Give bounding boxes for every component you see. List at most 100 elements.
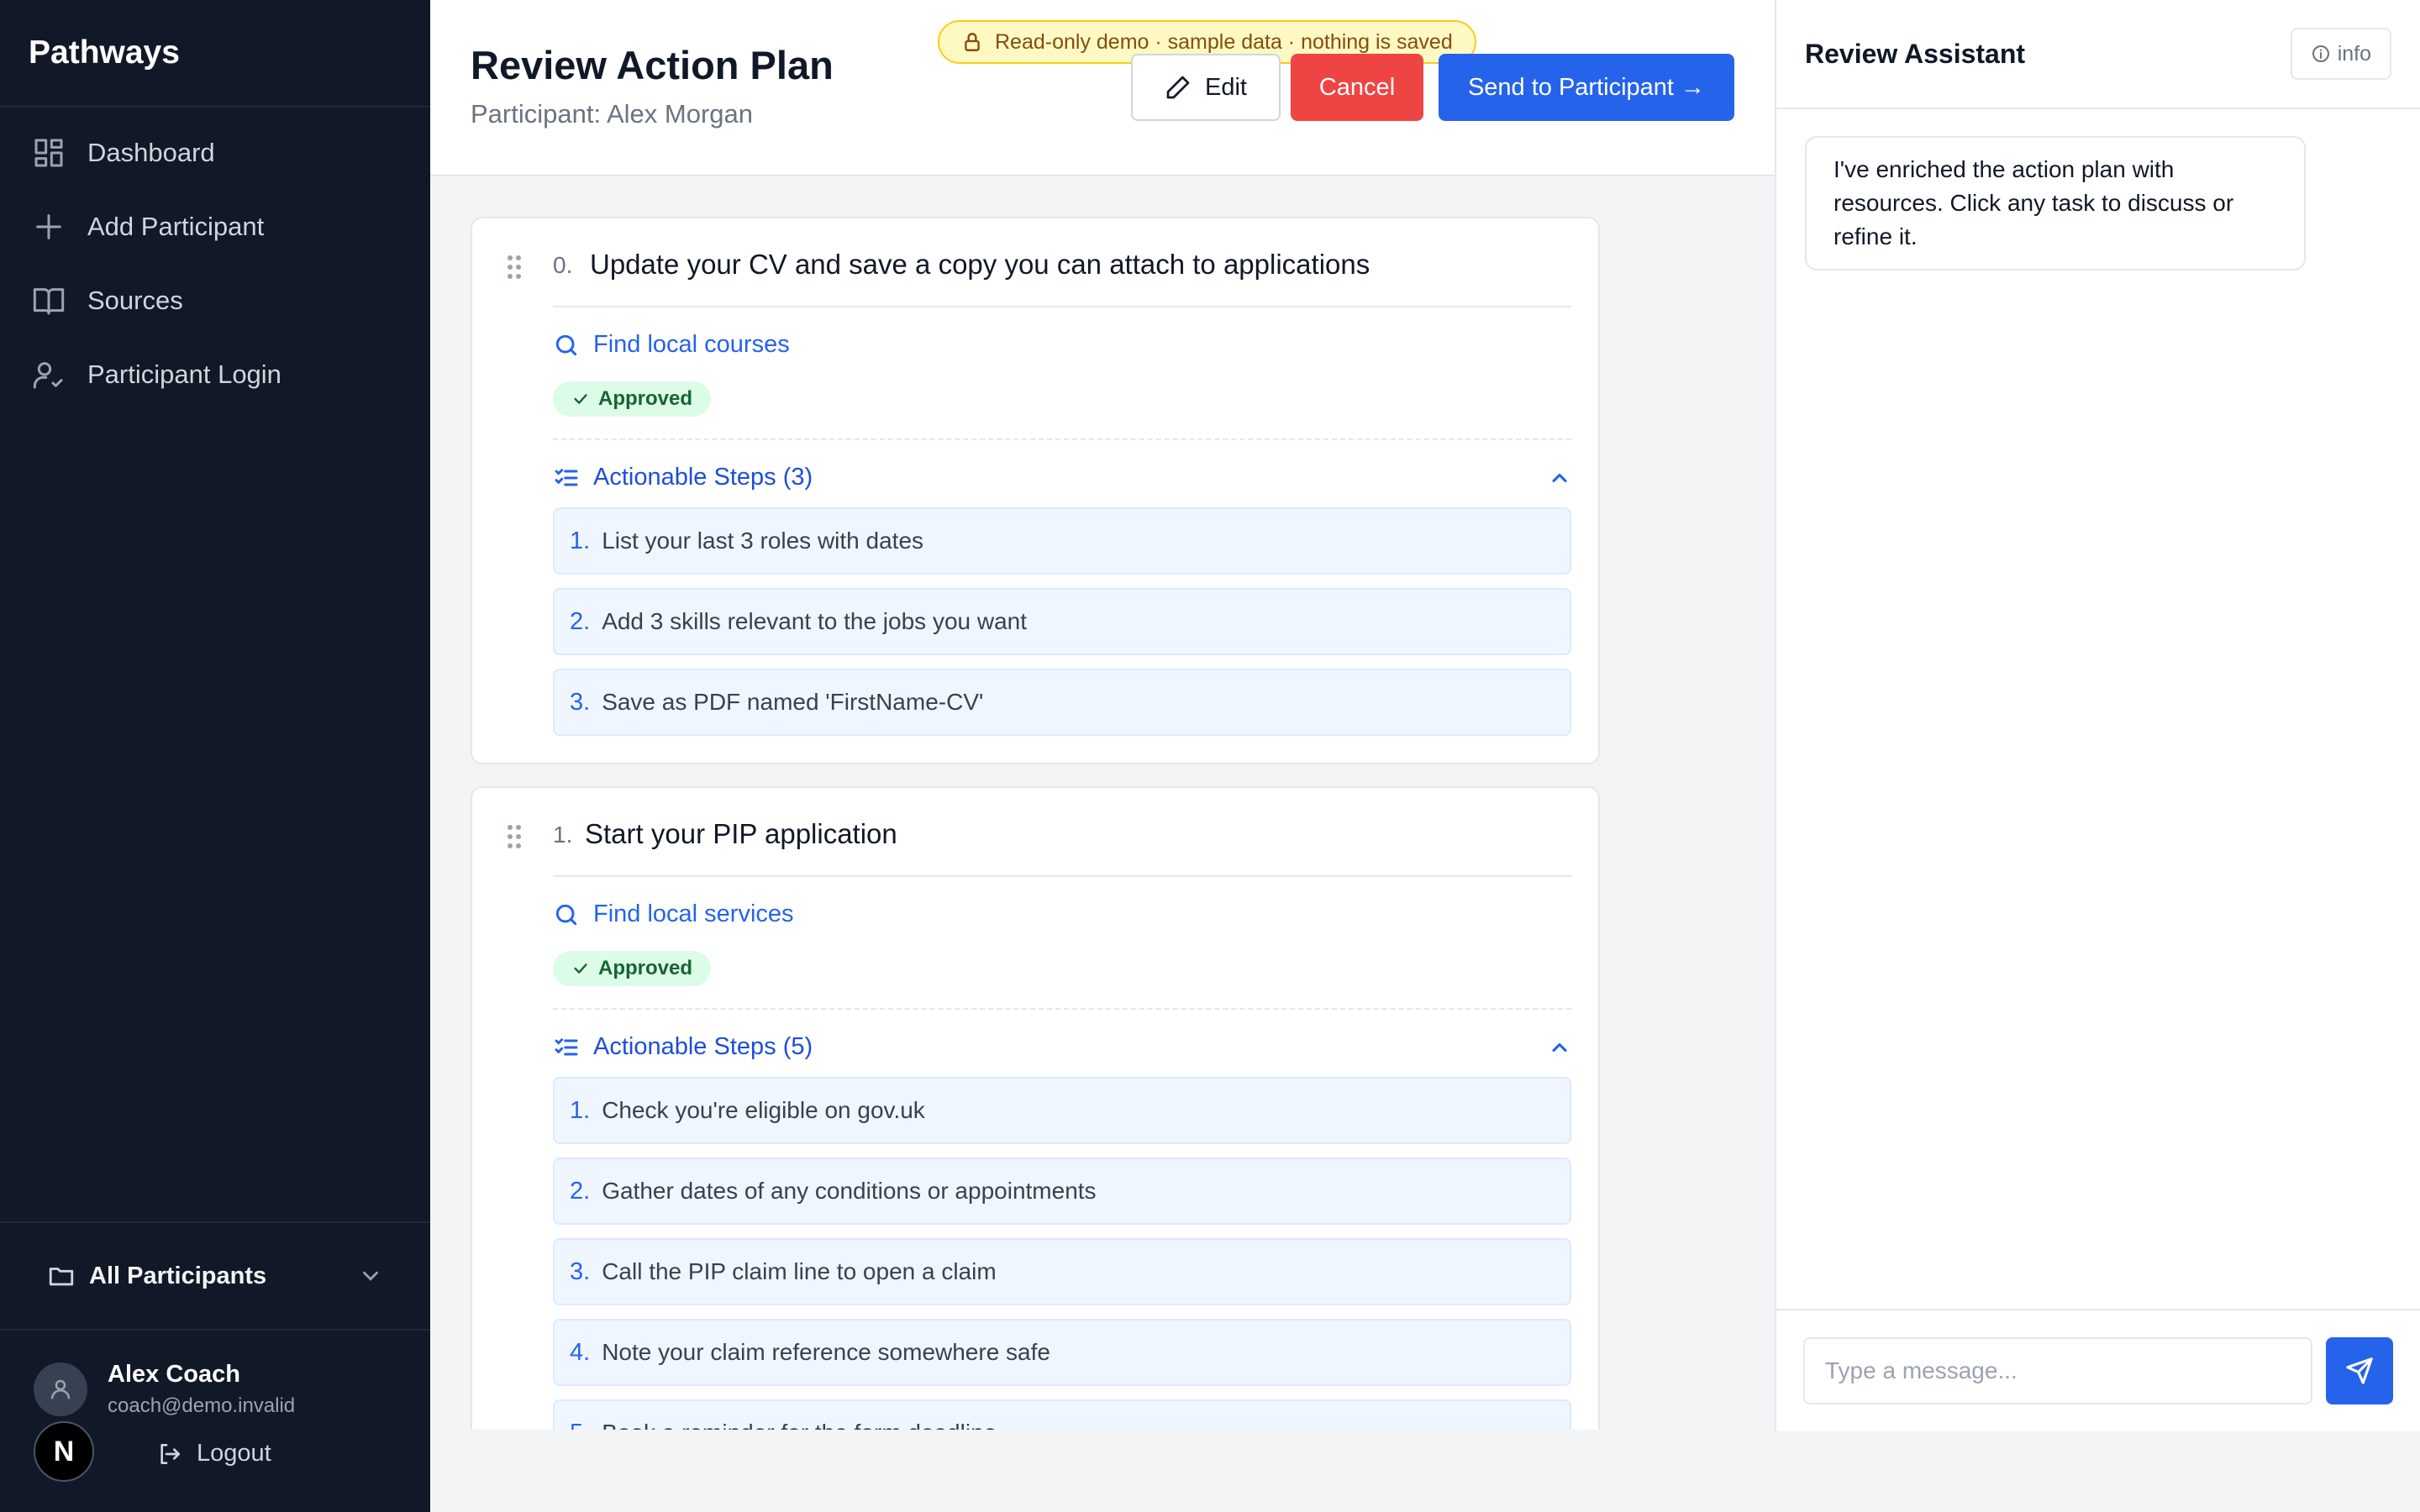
task-card[interactable]: 0. Update your CV and save a copy you ca… <box>471 217 1600 764</box>
list-checks-icon <box>555 1037 578 1055</box>
task-number: 1. <box>553 822 573 848</box>
step-text: Add 3 skills relevant to the jobs you wa… <box>602 608 1028 634</box>
divider <box>553 1008 1571 1010</box>
participant-filter-label: All Participants <box>89 1262 267 1289</box>
step-item[interactable]: 2. Add 3 skills relevant to the jobs you… <box>553 588 1571 655</box>
step-item[interactable]: 1. List your last 3 roles with dates <box>553 507 1571 575</box>
step-item[interactable]: 5. Book a reminder for the form deadline <box>553 1399 1571 1430</box>
step-text: Save as PDF named 'FirstName-CV' <box>602 689 984 715</box>
send-icon <box>2346 1357 2373 1384</box>
step-number: 1. <box>570 1096 591 1124</box>
step-number: 3. <box>570 688 591 716</box>
step-number: 5. <box>570 1420 590 1431</box>
step-text: Note your claim reference somewhere safe <box>602 1339 1050 1365</box>
task-number: 0. <box>553 252 573 278</box>
brand-logo[interactable]: Pathways <box>0 0 430 108</box>
info-icon <box>2312 45 2329 62</box>
logout-button[interactable]: Logout <box>156 1440 271 1467</box>
task-card[interactable]: 1. Start your PIP application Find local… <box>471 786 1600 1430</box>
search-icon <box>555 334 577 355</box>
user-check-icon <box>33 362 63 389</box>
sidebar-item-label: Dashboard <box>87 138 215 167</box>
task-title[interactable]: Start your PIP application <box>585 818 897 850</box>
message-composer <box>1776 1309 2420 1431</box>
sidebar-item-add-participant[interactable]: Add Participant <box>0 190 430 264</box>
steps-label: Actionable Steps (3) <box>593 464 813 491</box>
step-text: Gather dates of any conditions or appoin… <box>602 1178 1097 1204</box>
status-label: Approved <box>598 387 693 410</box>
steps-label: Actionable Steps (5) <box>593 1033 813 1060</box>
step-item[interactable]: 1. Check you're eligible on gov.uk <box>553 1077 1571 1144</box>
find-link-label: Find local services <box>593 900 794 927</box>
edit-label: Edit <box>1205 73 1247 101</box>
assistant-header: Review Assistant info <box>1776 0 2420 109</box>
list-checks-icon <box>555 468 578 486</box>
action-plan-list: 0. Update your CV and save a copy you ca… <box>430 178 1775 1430</box>
step-item[interactable]: 2. Gather dates of any conditions or app… <box>553 1158 1571 1225</box>
sidebar-item-label: Add Participant <box>87 212 265 241</box>
chevron-down-icon <box>363 1271 378 1281</box>
pencil-icon <box>1166 76 1190 99</box>
divider <box>553 438 1571 440</box>
sidebar-item-label: Sources <box>87 286 183 315</box>
page-header: Review Action Plan Participant: Alex Mor… <box>430 0 1775 176</box>
step-text: Check you're eligible on gov.uk <box>602 1097 925 1123</box>
divider <box>553 875 1571 877</box>
step-number: 2. <box>570 607 591 635</box>
logout-icon <box>160 1443 180 1464</box>
chevron-up-icon <box>1552 473 1567 482</box>
step-text: List your last 3 roles with dates <box>602 528 924 554</box>
user-icon <box>50 1379 71 1399</box>
sidebar-item-sources[interactable]: Sources <box>0 264 430 338</box>
avatar[interactable] <box>34 1362 87 1416</box>
info-button[interactable]: info <box>2290 28 2391 80</box>
task-title[interactable]: Update your CV and save a copy you can a… <box>590 249 1370 281</box>
demo-banner-text: Read-only demo · sample data · nothing i… <box>995 29 1453 54</box>
logout-label: Logout <box>197 1440 271 1467</box>
dashboard-icon <box>34 139 63 167</box>
send-to-participant-button[interactable]: Send to Participant → <box>1439 54 1734 121</box>
step-number: 4. <box>570 1338 591 1366</box>
actionable-steps-toggle[interactable]: Actionable Steps (3) <box>553 464 1571 491</box>
step-text: Book a reminder for the form deadline <box>602 1420 997 1430</box>
chevron-up-icon <box>1552 1042 1567 1052</box>
participant-subtitle: Participant: Alex Morgan <box>471 99 754 129</box>
sidebar-item-dashboard[interactable]: Dashboard <box>0 116 430 190</box>
search-icon <box>555 904 577 925</box>
sidebar-item-participant-login[interactable]: Participant Login <box>0 338 430 412</box>
sidebar: Pathways Dashboard Add Participant Sourc… <box>0 0 430 1512</box>
step-text: Call the PIP claim line to open a claim <box>602 1258 997 1284</box>
step-item[interactable]: 3. Call the PIP claim line to open a cla… <box>553 1238 1571 1305</box>
assistant-message: I've enriched the action plan with resou… <box>1805 136 2306 270</box>
info-label: info <box>2337 41 2371 66</box>
message-input[interactable] <box>1803 1337 2312 1404</box>
user-name: Alex Coach <box>108 1361 240 1388</box>
step-item[interactable]: 3. Save as PDF named 'FirstName-CV' <box>553 669 1571 736</box>
actionable-steps-toggle[interactable]: Actionable Steps (5) <box>553 1033 1571 1061</box>
participant-filter-select[interactable]: All Participants <box>0 1221 430 1331</box>
send-message-button[interactable] <box>2326 1337 2393 1404</box>
book-icon <box>33 288 65 315</box>
divider <box>553 306 1571 307</box>
assistant-title: Review Assistant <box>1805 38 2026 69</box>
folder-icon <box>49 1268 74 1286</box>
step-number: 1. <box>570 527 591 554</box>
drag-handle-icon[interactable] <box>508 825 521 850</box>
edit-button[interactable]: Edit <box>1131 54 1281 121</box>
page-title: Review Action Plan <box>471 43 834 87</box>
find-local-courses-link[interactable]: Find local courses <box>553 331 790 359</box>
next-badge[interactable]: N <box>34 1421 94 1482</box>
step-number: 3. <box>570 1257 591 1285</box>
sidebar-item-label: Participant Login <box>87 360 281 389</box>
find-local-services-link[interactable]: Find local services <box>553 900 794 928</box>
drag-handle-icon[interactable] <box>508 255 521 281</box>
check-icon <box>574 963 587 974</box>
sidebar-nav: Dashboard Add Participant Sources Partic… <box>0 108 430 412</box>
find-link-label: Find local courses <box>593 331 790 358</box>
step-item[interactable]: 4. Note your claim reference somewhere s… <box>553 1319 1571 1386</box>
check-icon <box>574 394 587 404</box>
cancel-button[interactable]: Cancel <box>1291 54 1423 121</box>
plus-icon <box>36 214 61 239</box>
user-email: coach@demo.invalid <box>108 1394 296 1417</box>
status-badge: Approved <box>553 381 712 417</box>
